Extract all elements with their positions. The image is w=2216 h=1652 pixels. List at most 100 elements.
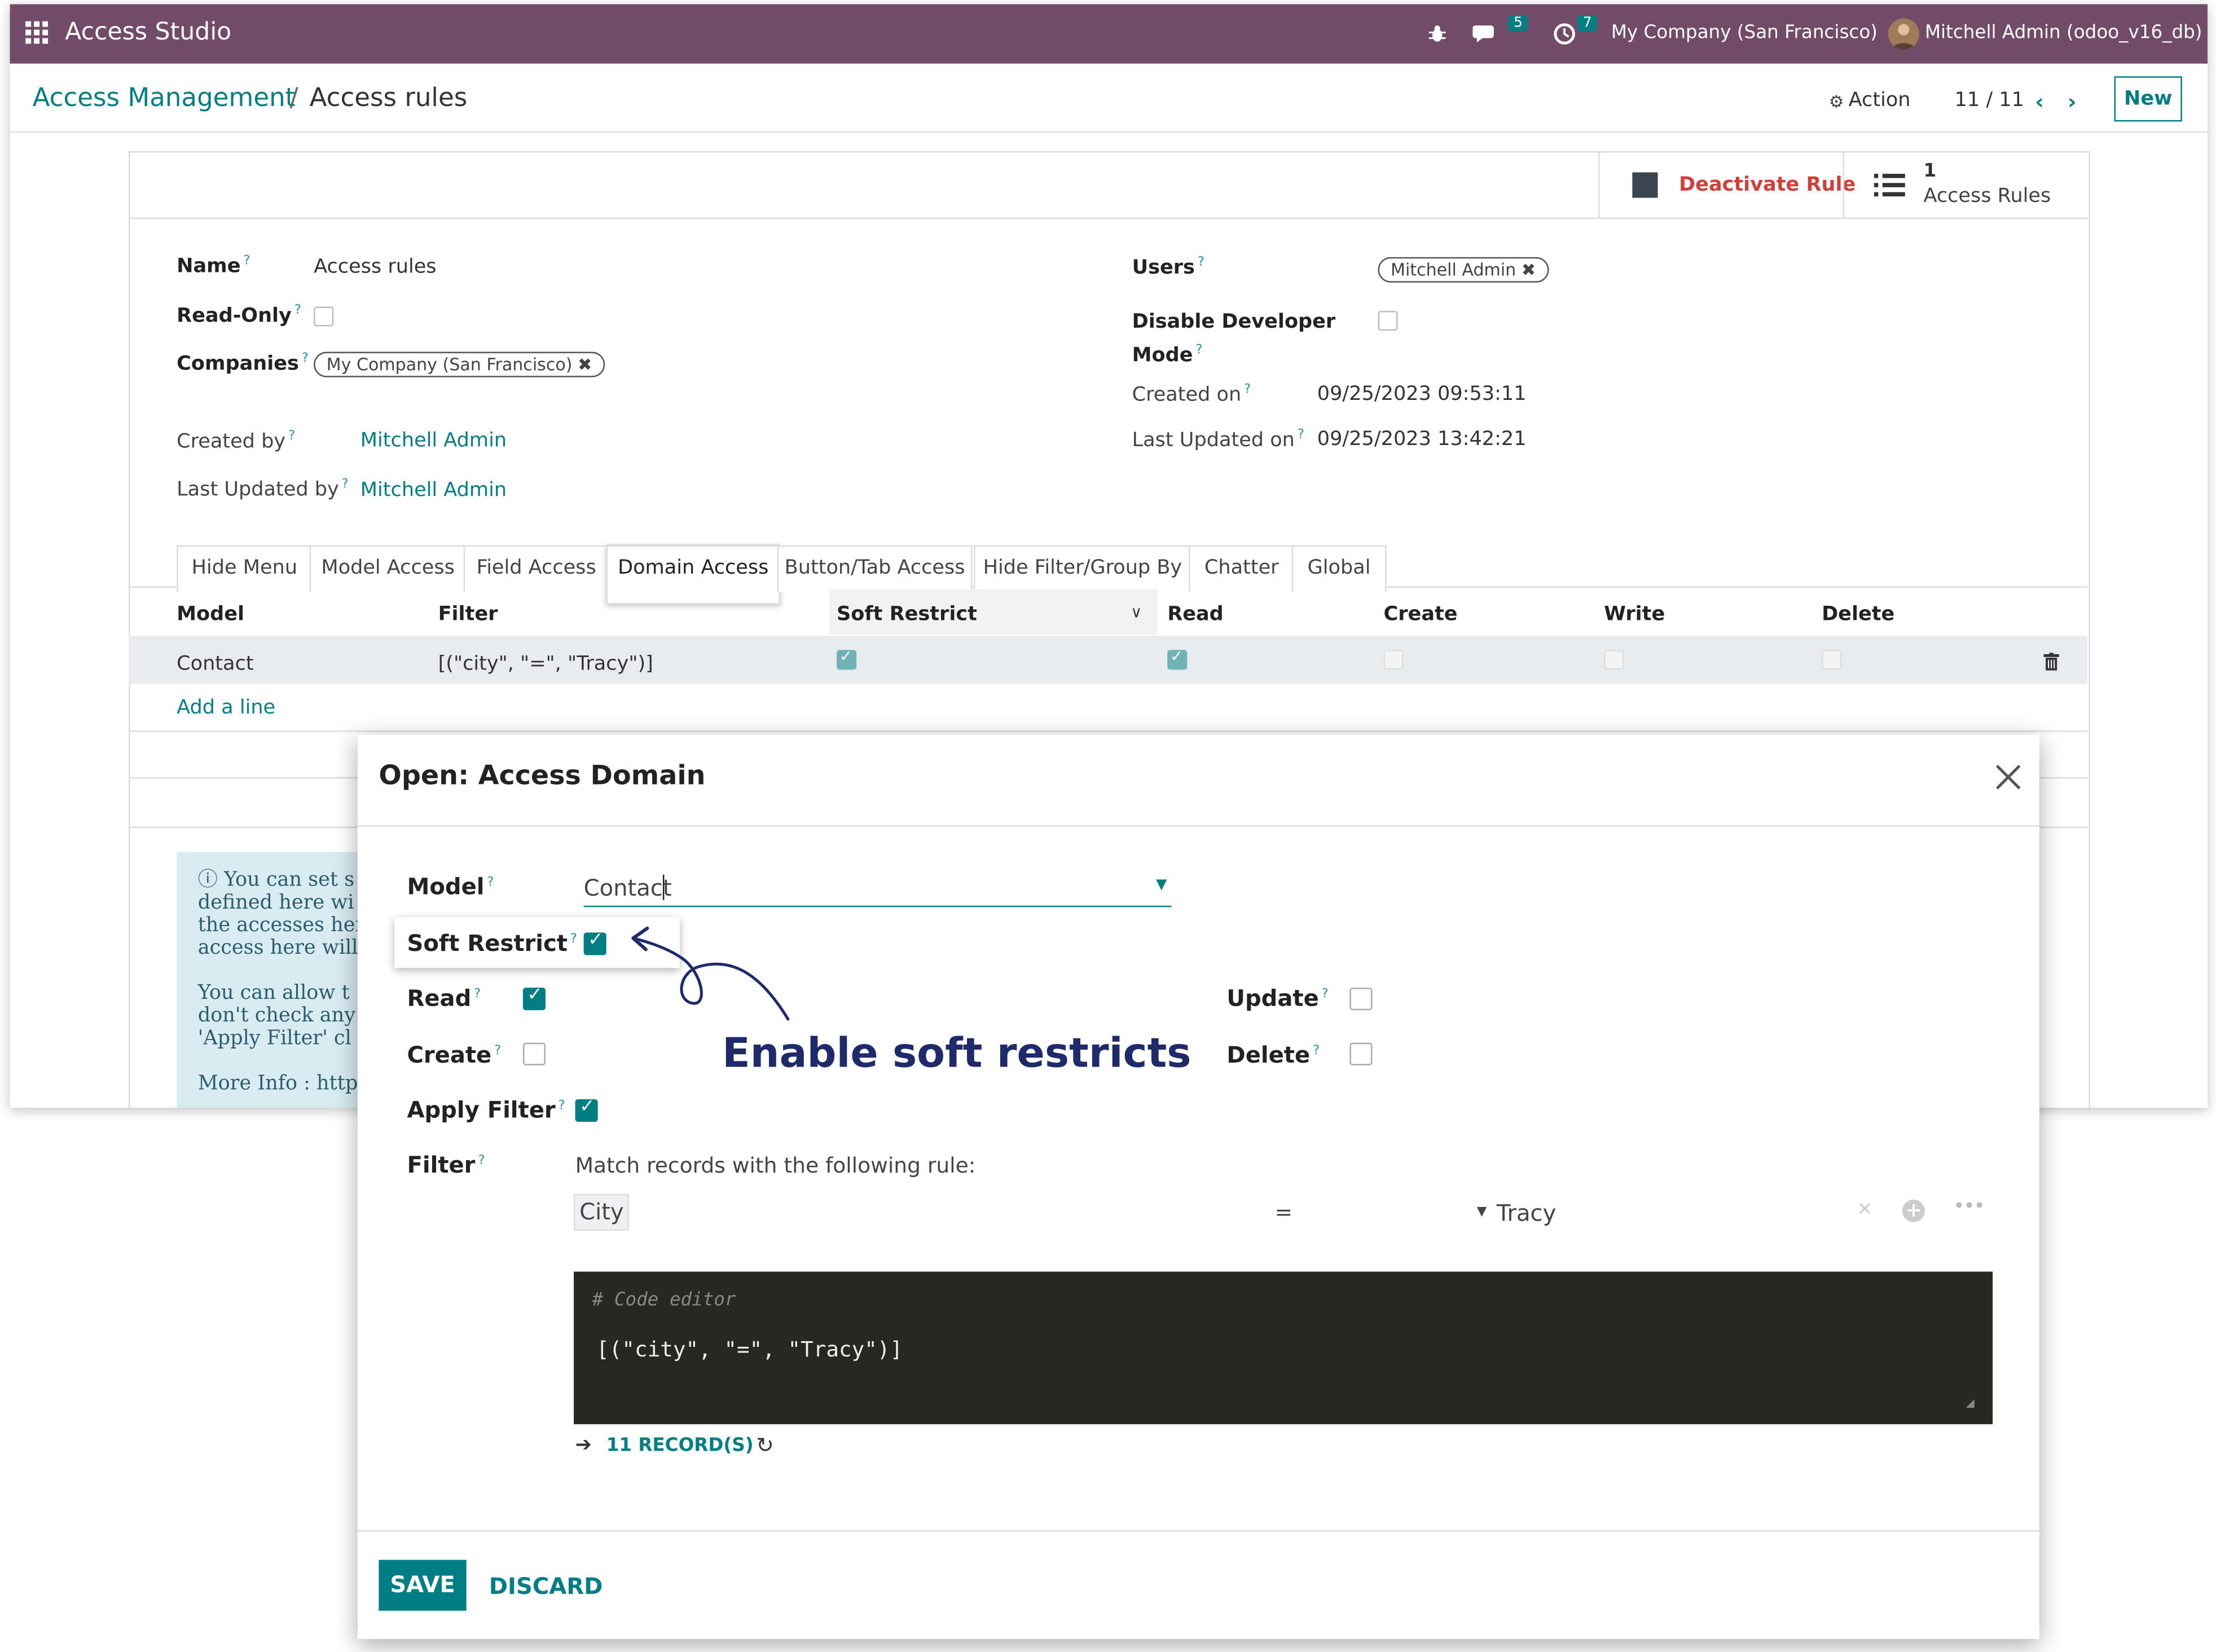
- dialog-header-divider: [357, 825, 2039, 827]
- row-read-checkbox: [1167, 647, 1188, 670]
- read-checkbox[interactable]: [522, 985, 546, 1011]
- add-a-line-link[interactable]: Add a line: [177, 697, 275, 719]
- annotation-arrow: [631, 926, 790, 1021]
- remove-tag-icon[interactable]: ✖: [578, 355, 592, 375]
- arrow-right-icon: ➔: [575, 1434, 592, 1457]
- disable-dev-mode-label: Disable Developer Mode?: [1132, 311, 1336, 367]
- stop-square-icon: [1632, 172, 1658, 198]
- rule-field-select[interactable]: City: [574, 1193, 630, 1231]
- disable-dev-mode-checkbox[interactable]: [1378, 311, 1398, 331]
- delete-checkbox[interactable]: [1349, 1042, 1373, 1065]
- row-model-cell[interactable]: Contact: [177, 653, 253, 675]
- info-circle-icon: ⓘ: [197, 869, 218, 892]
- created-on-value: 09/25/2023 09:53:11: [1317, 382, 1527, 406]
- trash-icon[interactable]: [2043, 650, 2059, 671]
- model-select[interactable]: Contact ▼: [583, 872, 1172, 908]
- tab-hide-filter-group-by[interactable]: Hide Filter/Group By: [974, 545, 1191, 592]
- column-delete[interactable]: Delete: [1822, 603, 1894, 626]
- users-label: Users?: [1132, 255, 1204, 280]
- rule-operator[interactable]: =: [1275, 1200, 1293, 1225]
- caret-down-icon: ▼: [1156, 877, 1167, 893]
- soft-restrict-checkbox[interactable]: [583, 929, 606, 955]
- column-create[interactable]: Create: [1383, 603, 1457, 626]
- column-soft-restrict[interactable]: Soft Restrict: [837, 603, 977, 626]
- breadcrumb-parent[interactable]: Access Management: [33, 83, 296, 113]
- add-rule-icon[interactable]: +: [1902, 1199, 1925, 1222]
- create-checkbox[interactable]: [522, 1042, 546, 1065]
- column-read[interactable]: Read: [1167, 603, 1224, 626]
- user-tag[interactable]: Mitchell Admin ✖: [1378, 257, 1549, 283]
- access-rules-label: Access Rules: [1923, 185, 2051, 208]
- refresh-icon[interactable]: ↻: [756, 1433, 774, 1458]
- pager-next-icon[interactable]: ›: [2068, 89, 2077, 114]
- breadcrumb-current: Access rules: [309, 83, 468, 113]
- row-create-checkbox: [1383, 650, 1404, 670]
- save-button[interactable]: SAVE: [379, 1560, 467, 1611]
- name-value[interactable]: Access rules: [314, 255, 436, 278]
- dialog-title: Open: Access Domain: [379, 760, 706, 791]
- soft-restrict-label: Soft Restrict?: [407, 929, 577, 957]
- records-count-link[interactable]: 11 RECORD(S): [606, 1435, 754, 1457]
- column-model[interactable]: Model: [177, 603, 244, 626]
- new-record-button[interactable]: New: [2114, 76, 2182, 122]
- row-filter-cell[interactable]: [("city", "=", "Tracy")]: [438, 653, 653, 675]
- apply-filter-label: Apply Filter?: [407, 1096, 565, 1124]
- access-domain-dialog: [357, 734, 2039, 1639]
- code-editor-value: [("city", "=", "Tracy")]: [596, 1336, 903, 1362]
- last-updated-by-value[interactable]: Mitchell Admin: [360, 479, 507, 501]
- remove-tag-icon[interactable]: ✖: [1522, 260, 1536, 280]
- pager-previous-icon[interactable]: ‹: [2035, 89, 2044, 114]
- last-updated-on-label: Last Updated on?: [1132, 428, 1304, 452]
- messages-count-badge: 5: [1507, 15, 1528, 32]
- debug-bug-icon[interactable]: [1427, 23, 1447, 42]
- table-row[interactable]: [128, 636, 2088, 684]
- table-bottom-line: [128, 730, 2088, 732]
- top-navbar: Access Studio 5 7 My Company (San Franci…: [10, 4, 2208, 64]
- apps-menu-icon[interactable]: [25, 21, 49, 44]
- resize-handle-icon[interactable]: ◢: [1966, 1396, 1975, 1412]
- deactivate-rule-button[interactable]: Deactivate Rule: [1598, 152, 1856, 218]
- readonly-checkbox[interactable]: [314, 306, 334, 327]
- text-cursor: [662, 874, 665, 900]
- tab-model-access[interactable]: Model Access: [309, 545, 467, 592]
- user-menu[interactable]: Mitchell Admin (odoo_v16_db): [1925, 23, 2202, 44]
- tab-global[interactable]: Global: [1291, 545, 1387, 592]
- code-editor[interactable]: # Code editor [("city", "=", "Tracy")] ◢: [574, 1271, 1993, 1425]
- chevron-down-icon[interactable]: ∨: [1131, 603, 1142, 622]
- list-icon: [1874, 173, 1905, 198]
- button-box: Deactivate Rule 1 Access Rules: [130, 152, 2090, 219]
- company-tag[interactable]: My Company (San Francisco) ✖: [314, 351, 605, 377]
- column-write[interactable]: Write: [1604, 603, 1665, 626]
- messages-icon[interactable]: [1472, 23, 1498, 45]
- tab-field-access[interactable]: Field Access: [463, 545, 609, 592]
- apply-filter-checkbox[interactable]: [575, 1096, 598, 1122]
- app-name[interactable]: Access Studio: [65, 19, 231, 47]
- activities-count-badge: 7: [1577, 15, 1598, 32]
- company-switcher[interactable]: My Company (San Francisco): [1611, 23, 1878, 44]
- last-updated-on-value: 09/25/2023 13:42:21: [1317, 428, 1527, 451]
- discard-button[interactable]: DISCARD: [489, 1572, 603, 1600]
- annotation-text: Enable soft restricts: [722, 1028, 1191, 1077]
- update-checkbox[interactable]: [1349, 988, 1373, 1011]
- tab-chatter[interactable]: Chatter: [1188, 545, 1295, 592]
- control-panel: Access Management / Access rules ⚙ Actio…: [10, 64, 2208, 133]
- update-label: Update?: [1226, 985, 1329, 1012]
- remove-rule-icon[interactable]: ✕: [1857, 1200, 1872, 1221]
- last-updated-by-label: Last Updated by?: [177, 477, 349, 501]
- access-rules-smart-button[interactable]: 1 Access Rules: [1843, 152, 2090, 218]
- action-menu-button[interactable]: Action: [1849, 89, 1911, 112]
- info-alert: ⓘ You can set s defined here wi the acce…: [177, 852, 375, 1108]
- created-by-value[interactable]: Mitchell Admin: [360, 430, 507, 452]
- dialog-footer-divider: [357, 1530, 2039, 1532]
- tab-button-tab-access[interactable]: Button/Tab Access: [777, 545, 973, 592]
- user-avatar[interactable]: [1888, 18, 1919, 50]
- filter-label: Filter?: [407, 1151, 485, 1179]
- rule-value[interactable]: Tracy: [1497, 1200, 1556, 1227]
- pager-value[interactable]: 11 / 11: [1955, 89, 2024, 112]
- row-soft-restrict-checkbox: [837, 647, 857, 670]
- activities-clock-icon[interactable]: [1553, 23, 1576, 45]
- tab-hide-menu[interactable]: Hide Menu: [177, 545, 313, 592]
- close-icon[interactable]: [1994, 763, 2022, 791]
- more-options-icon[interactable]: •••: [1953, 1195, 1985, 1218]
- column-filter[interactable]: Filter: [438, 603, 498, 626]
